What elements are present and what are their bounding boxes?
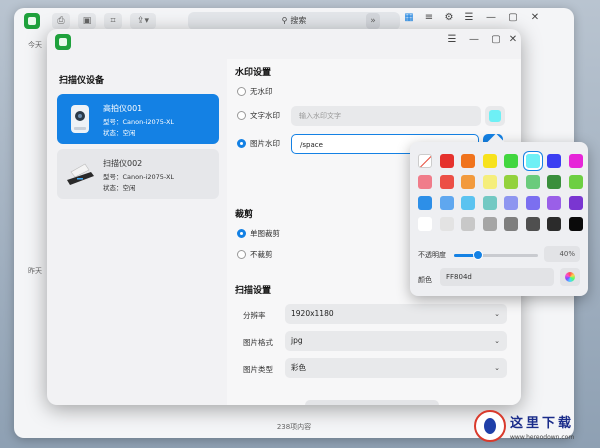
assistant-icon[interactable]: » bbox=[366, 13, 380, 29]
dialog-close-icon[interactable]: ✕ bbox=[506, 34, 520, 45]
color-swatch[interactable] bbox=[418, 175, 432, 189]
color-swatch[interactable] bbox=[504, 175, 518, 189]
radio-text-watermark[interactable]: 文字水印 bbox=[237, 110, 280, 121]
color-swatch[interactable] bbox=[504, 196, 518, 210]
no-color-swatch[interactable] bbox=[418, 154, 432, 168]
resolution-label: 分辨率 bbox=[243, 311, 266, 320]
color-swatch[interactable] bbox=[547, 196, 561, 210]
color-swatch[interactable] bbox=[523, 152, 542, 170]
color-picker-popup: 不透明度 40% 颜色 FF804d bbox=[410, 142, 588, 296]
radio-no-watermark[interactable]: 无水印 bbox=[237, 86, 273, 97]
color-swatch[interactable] bbox=[547, 154, 561, 168]
date-today: 今天 bbox=[28, 41, 42, 49]
color-swatch[interactable] bbox=[504, 217, 518, 231]
dialog-minimize-icon[interactable]: — bbox=[467, 34, 481, 45]
image-icon[interactable]: ▣ bbox=[78, 13, 96, 29]
device-card-1[interactable]: 扫描仪002 型号：Canon-i2075-XL 状态：空闲 bbox=[57, 149, 219, 199]
radio-selected-icon bbox=[237, 139, 246, 148]
device-card-0[interactable]: 高拍仪001 型号：Canon-i2075-XL 状态：空闲 bbox=[57, 94, 219, 144]
hex-input[interactable]: FF804d bbox=[440, 268, 554, 286]
radio-image-watermark[interactable]: 图片水印 bbox=[237, 138, 280, 149]
chevron-down-icon: ⌄ bbox=[494, 310, 500, 318]
color-swatch[interactable] bbox=[568, 154, 583, 168]
color-swatch[interactable] bbox=[461, 175, 475, 189]
color-swatch[interactable] bbox=[439, 154, 454, 168]
color-swatch[interactable] bbox=[418, 217, 432, 231]
dialog-logo-icon bbox=[55, 34, 71, 50]
color-swatch[interactable] bbox=[439, 217, 454, 231]
watermark-color-button[interactable] bbox=[485, 106, 505, 126]
color-swatch[interactable] bbox=[418, 196, 432, 210]
color-swatch[interactable] bbox=[482, 175, 497, 189]
color-swatch[interactable] bbox=[525, 217, 540, 231]
radio-icon bbox=[237, 250, 246, 259]
date-yesterday: 昨天 bbox=[28, 267, 42, 275]
chevron-down-icon: ⌄ bbox=[494, 364, 500, 372]
site-logo-icon bbox=[474, 410, 506, 442]
color-swatch[interactable] bbox=[525, 175, 540, 189]
opacity-slider[interactable] bbox=[454, 250, 538, 260]
color-swatch[interactable] bbox=[482, 217, 497, 231]
radio-single-crop[interactable]: 单图裁剪 bbox=[237, 228, 280, 239]
scan-section-title: 扫描设置 bbox=[235, 286, 272, 296]
format-label: 图片格式 bbox=[243, 338, 273, 347]
document-camera-icon bbox=[71, 105, 89, 133]
maximize-icon[interactable]: ▢ bbox=[506, 12, 520, 23]
watermark-text-input[interactable]: 输入水印文字 bbox=[291, 106, 481, 126]
chevron-down-icon: ⌄ bbox=[494, 337, 500, 345]
radio-selected-icon bbox=[237, 229, 246, 238]
color-grid bbox=[418, 152, 583, 231]
device-panel-title: 扫描仪设备 bbox=[59, 76, 105, 86]
color-swatch[interactable] bbox=[547, 175, 561, 189]
color-swatch[interactable] bbox=[568, 175, 583, 189]
opacity-value[interactable]: 40% bbox=[544, 246, 580, 262]
type-label: 图片类型 bbox=[243, 365, 273, 374]
color-swatch[interactable] bbox=[482, 196, 497, 210]
dialog-maximize-icon[interactable]: ▢ bbox=[489, 34, 503, 45]
color-swatch[interactable] bbox=[568, 217, 583, 231]
color-swatch[interactable] bbox=[568, 196, 583, 210]
app-logo-icon bbox=[24, 13, 40, 29]
color-swatch[interactable] bbox=[461, 217, 475, 231]
hex-label: 颜色 bbox=[418, 276, 432, 284]
device-panel: 扫描仪设备 高拍仪001 型号：Canon-i2075-XL 状态：空闲 扫描仪… bbox=[55, 59, 225, 397]
share-icon[interactable]: ⇪▾ bbox=[130, 13, 156, 29]
list-view-icon[interactable]: ≡ bbox=[422, 12, 436, 23]
scan-icon[interactable]: ⎙ bbox=[52, 13, 70, 29]
minimize-icon[interactable]: — bbox=[484, 12, 498, 23]
color-swatch[interactable] bbox=[439, 175, 454, 189]
color-wheel-icon bbox=[565, 272, 575, 282]
color-swatch[interactable] bbox=[482, 154, 497, 168]
color-swatch[interactable] bbox=[439, 196, 454, 210]
watermark-section-title: 水印设置 bbox=[235, 68, 272, 78]
site-watermark: 这里下载 www.hereodown.com bbox=[470, 408, 596, 446]
radio-no-crop[interactable]: 不裁剪 bbox=[237, 249, 273, 260]
color-swatch[interactable] bbox=[525, 196, 540, 210]
opacity-label: 不透明度 bbox=[418, 251, 446, 259]
radio-icon bbox=[237, 87, 246, 96]
crop-section-title: 裁剪 bbox=[235, 210, 254, 220]
opacity-slider-handle[interactable] bbox=[472, 250, 483, 260]
settings-icon[interactable]: ⚙ bbox=[442, 12, 456, 23]
radio-icon bbox=[237, 111, 246, 120]
menu-icon[interactable]: ☰ bbox=[462, 12, 476, 23]
format-select[interactable]: jpg ⌄ bbox=[285, 331, 507, 351]
color-swatch[interactable] bbox=[504, 154, 518, 168]
start-button[interactable]: 开 始 bbox=[305, 400, 439, 405]
close-icon[interactable]: ✕ bbox=[528, 12, 542, 23]
search-icon: ⚲ bbox=[281, 16, 288, 25]
color-swatch[interactable] bbox=[547, 217, 561, 231]
dialog-menu-icon[interactable]: ☰ bbox=[445, 34, 459, 45]
type-select[interactable]: 彩色 ⌄ bbox=[285, 358, 507, 378]
crop-icon[interactable]: ⌗ bbox=[104, 13, 122, 29]
scanner-icon bbox=[67, 163, 94, 185]
color-swatch[interactable] bbox=[461, 154, 475, 168]
color-swatch[interactable] bbox=[461, 196, 475, 210]
grid-view-icon[interactable]: ▦ bbox=[402, 12, 416, 23]
resolution-select[interactable]: 1920x1180 ⌄ bbox=[285, 304, 507, 324]
color-wheel-button[interactable] bbox=[560, 268, 580, 286]
